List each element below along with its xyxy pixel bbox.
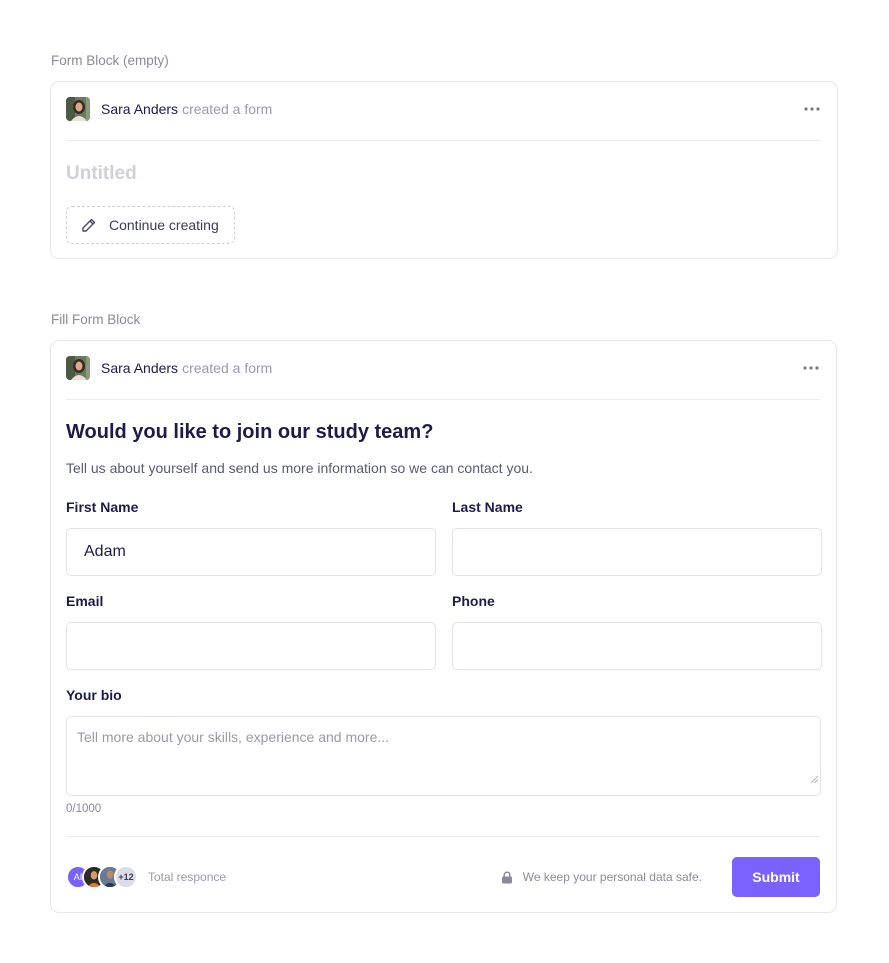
more-horizontal-icon [803, 366, 819, 370]
privacy-text: We keep your personal data safe. [522, 870, 702, 884]
card-header: Sara Anders created a form [66, 96, 821, 122]
more-horizontal-icon [804, 107, 820, 111]
pencil-icon [82, 218, 96, 232]
email-label: Email [66, 593, 104, 609]
more-options-button[interactable] [803, 100, 821, 118]
author-avatar [66, 356, 90, 380]
last-name-label: Last Name [452, 499, 523, 515]
email-input[interactable] [66, 622, 436, 670]
extra-respondents-badge: +12 [114, 865, 138, 889]
bio-label: Your bio [66, 687, 122, 703]
empty-block-section-label: Form Block (empty) [51, 53, 169, 68]
extra-respondents-count: +12 [118, 872, 134, 882]
header-divider [66, 399, 820, 400]
respondent-avatars: AI +12 [66, 865, 138, 889]
lock-icon [501, 871, 512, 883]
phone-label: Phone [452, 593, 495, 609]
last-name-input[interactable] [452, 528, 822, 576]
author-action: created a form [182, 360, 273, 376]
continue-creating-button[interactable]: Continue creating [66, 206, 235, 244]
total-response-label: Total responce [148, 870, 227, 884]
more-options-button[interactable] [802, 359, 820, 377]
bio-textarea[interactable] [66, 716, 821, 796]
form-description: Tell us about yourself and send us more … [66, 460, 533, 476]
fill-form-card: Sara Anders created a form Would you lik… [50, 340, 837, 913]
form-title: Would you like to join our study team? [66, 421, 434, 443]
author-action: created a form [182, 101, 273, 117]
fill-block-section-label: Fill Form Block [51, 312, 141, 327]
footer-divider [66, 836, 820, 837]
form-footer: AI +12 Total responce We keep your perso… [66, 857, 820, 897]
header-divider [66, 140, 821, 141]
phone-input[interactable] [452, 622, 822, 670]
continue-creating-label: Continue creating [109, 217, 219, 233]
author-avatar [66, 97, 90, 121]
privacy-note: We keep your personal data safe. [501, 870, 702, 884]
card-header: Sara Anders created a form [66, 355, 820, 381]
author-name[interactable]: Sara Anders [101, 360, 178, 376]
resize-grip-icon[interactable] [809, 774, 819, 784]
empty-form-card: Sara Anders created a form Untitled Cont… [50, 81, 838, 259]
form-title-placeholder: Untitled [66, 163, 137, 184]
author-name[interactable]: Sara Anders [101, 101, 178, 117]
first-name-label: First Name [66, 499, 139, 515]
bio-character-counter: 0/1000 [66, 803, 102, 815]
submit-button[interactable]: Submit [732, 857, 820, 897]
avatar-initials: AI [73, 872, 83, 882]
first-name-input[interactable] [66, 528, 436, 576]
